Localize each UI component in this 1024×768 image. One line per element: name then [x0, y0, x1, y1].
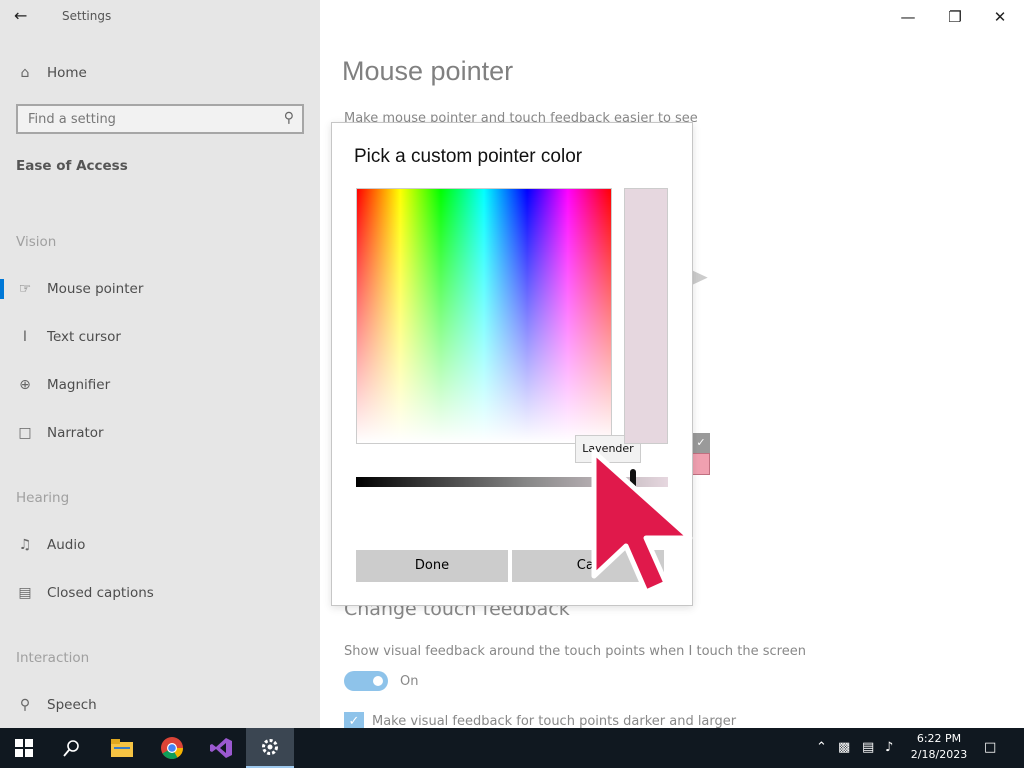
restore-icon[interactable]: ❐	[933, 5, 977, 29]
minimize-icon[interactable]: —	[886, 5, 930, 29]
touch-feedback-description: Show visual feedback around the touch po…	[344, 644, 806, 659]
volume-icon[interactable]: ♪	[885, 740, 893, 755]
sidebar-item-audio[interactable]: ♫ Audio	[0, 527, 320, 563]
home-icon: ⌂	[20, 65, 30, 81]
group-header-interaction: Interaction	[16, 650, 90, 666]
dialog-title: Pick a custom pointer color	[354, 146, 583, 167]
settings-gear-icon[interactable]	[246, 728, 294, 768]
security-icon[interactable]: ▩	[838, 740, 850, 755]
sidebar-item-closed-captions[interactable]: ▤ Closed captions	[0, 575, 320, 611]
show-hidden-icons-chevron-icon[interactable]: ⌃	[816, 740, 827, 755]
page-title: Mouse pointer	[342, 56, 514, 86]
search-placeholder: Find a setting	[28, 112, 116, 127]
microphone-icon: ⚲	[19, 697, 31, 713]
sidebar-item-label: Magnifier	[47, 377, 111, 393]
sidebar-item-label: Closed captions	[47, 585, 154, 601]
taskbar: ⌃ ▩ ▤ ♪ 6:22 PM 2/18/2023 □	[0, 728, 1024, 768]
sidebar-item-label: Text cursor	[47, 329, 121, 345]
darker-feedback-label: Make visual feedback for touch points da…	[372, 714, 737, 729]
audio-icon: ♫	[18, 537, 32, 553]
color-preview	[624, 188, 668, 444]
notifications-icon[interactable]: □	[984, 740, 996, 755]
clock-date: 2/18/2023	[910, 748, 968, 761]
close-icon[interactable]: ✕	[978, 5, 1022, 29]
sidebar-item-label: Speech	[47, 697, 97, 713]
back-arrow-icon[interactable]: ←	[14, 6, 34, 26]
sidebar-item-speech[interactable]: ⚲ Speech	[0, 687, 320, 723]
file-explorer-icon[interactable]	[98, 728, 146, 768]
network-icon[interactable]: ▤	[862, 740, 874, 755]
section-title: Ease of Access	[16, 158, 128, 174]
visual-studio-icon[interactable]	[197, 728, 245, 768]
windows-start-icon[interactable]	[0, 728, 48, 768]
sidebar-item-magnifier[interactable]: ⊕ Magnifier	[0, 367, 320, 403]
magnifier-icon: ⊕	[19, 377, 31, 393]
mouse-pointer-icon: ☞	[18, 281, 32, 297]
text-cursor-icon: I	[22, 329, 28, 345]
toggle-knob	[373, 676, 383, 686]
group-header-hearing: Hearing	[16, 490, 70, 506]
sidebar-item-label: Mouse pointer	[47, 281, 144, 297]
sidebar-item-text-cursor[interactable]: I Text cursor	[0, 319, 320, 355]
title-bar: ← Settings	[0, 0, 320, 32]
sidebar-item-narrator[interactable]: □ Narrator	[0, 415, 320, 451]
search-icon[interactable]	[48, 728, 96, 768]
sidebar-item-label: Narrator	[47, 425, 104, 441]
chrome-icon[interactable]	[148, 728, 196, 768]
touch-feedback-toggle[interactable]	[344, 671, 388, 691]
nav-home-label: Home	[47, 65, 87, 81]
done-button[interactable]: Done	[356, 550, 508, 582]
toggle-state-label: On	[400, 674, 419, 689]
settings-nav-pane: ← Settings ⌂ Home Find a setting ⚲ Ease …	[0, 0, 320, 728]
group-header-vision: Vision	[16, 234, 57, 250]
nav-home[interactable]: ⌂ Home	[0, 55, 320, 91]
closed-captions-icon: ▤	[18, 585, 32, 601]
search-icon: ⚲	[283, 110, 294, 126]
search-input[interactable]: Find a setting ⚲	[16, 104, 304, 134]
sidebar-item-mouse-pointer[interactable]: ☞ Mouse pointer	[0, 271, 320, 307]
clock-time: 6:22 PM	[916, 732, 962, 745]
mouse-pointer-cursor-icon	[591, 449, 693, 595]
taskbar-clock[interactable]: 6:22 PM 2/18/2023	[904, 731, 974, 763]
color-spectrum[interactable]: Lavender	[356, 188, 641, 502]
app-title: Settings	[62, 9, 112, 23]
sidebar-item-label: Audio	[47, 537, 86, 553]
narrator-icon: □	[18, 425, 32, 441]
